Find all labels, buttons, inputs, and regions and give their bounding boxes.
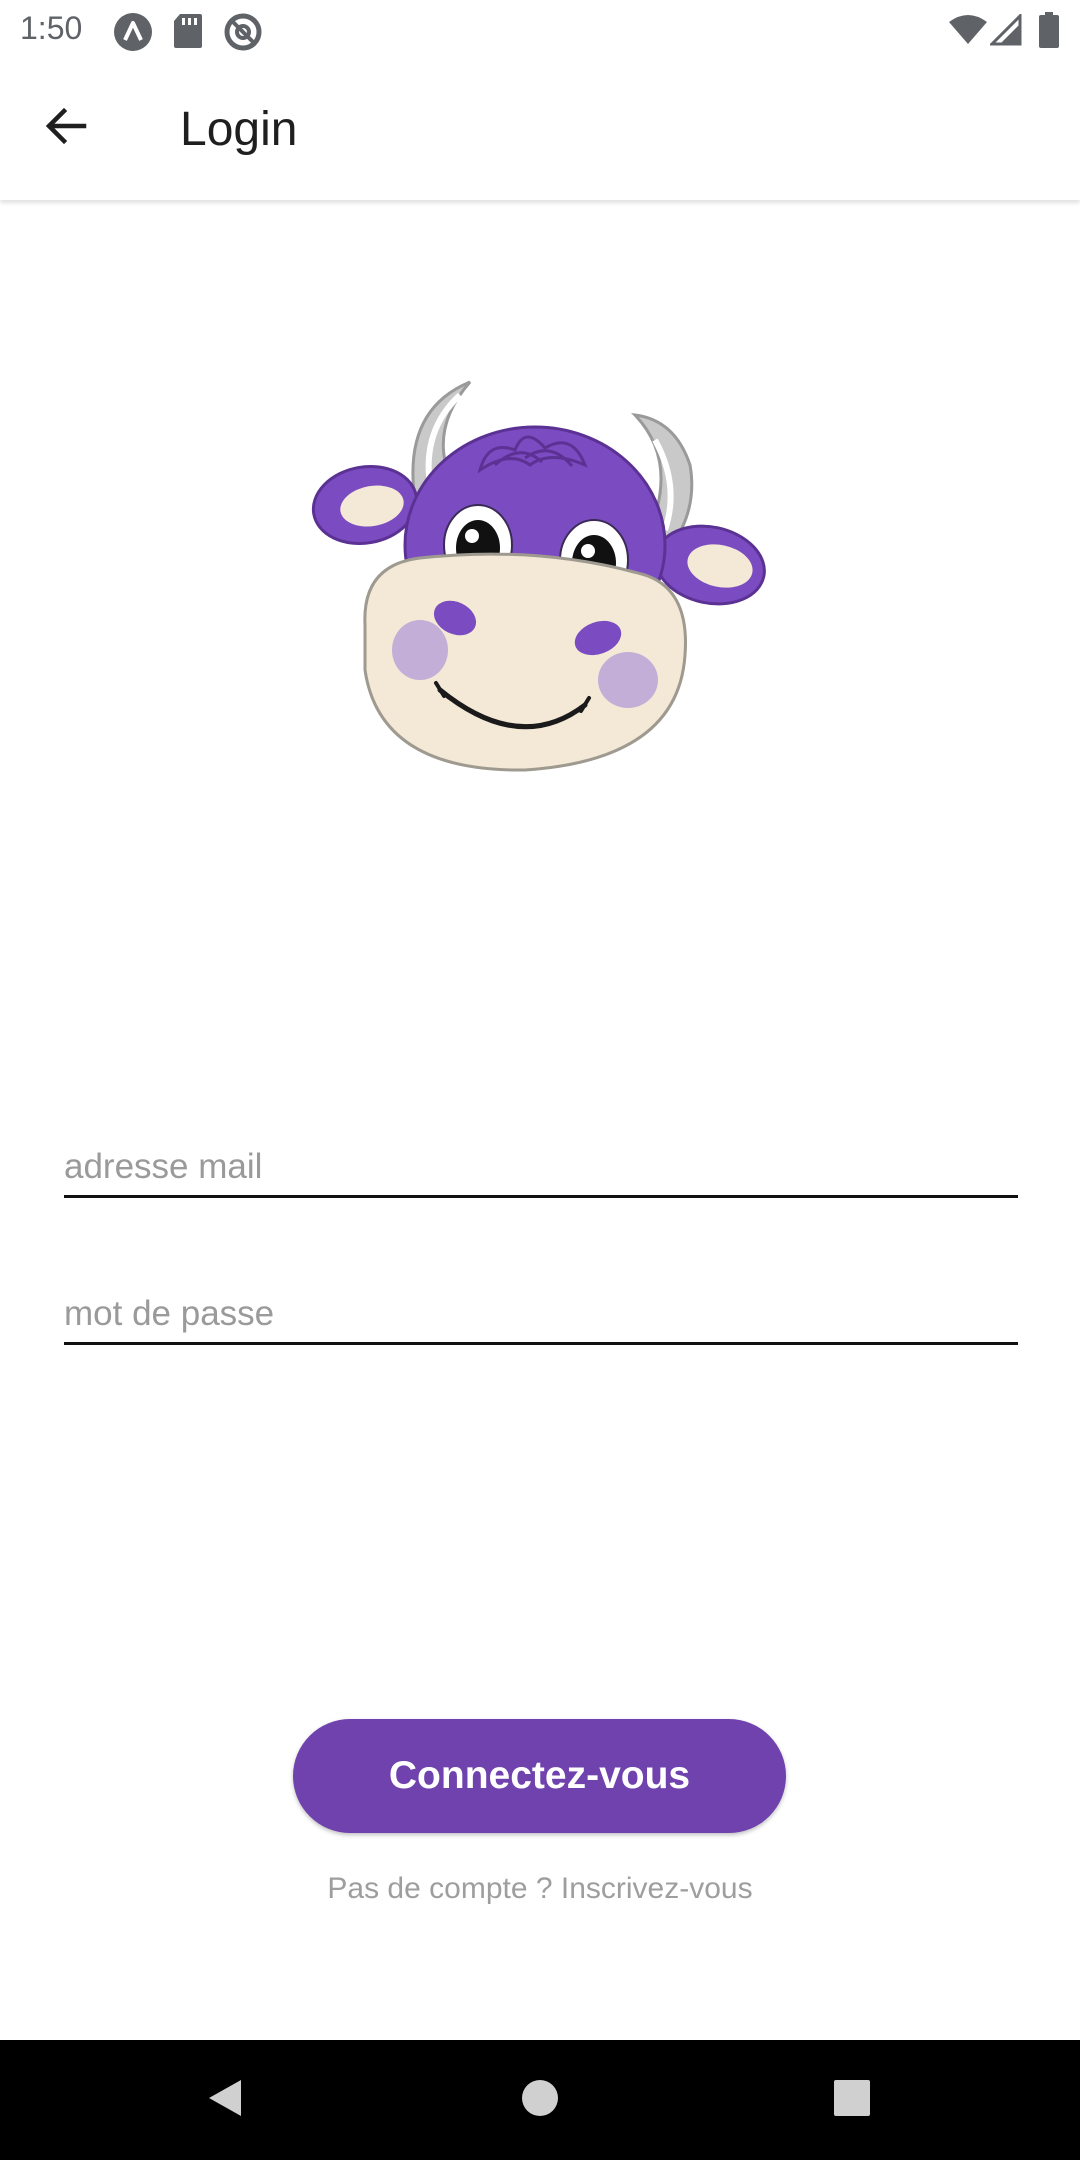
at-sign-icon [223, 12, 263, 57]
cow-logo [310, 370, 770, 790]
login-button[interactable]: Connectez-vous [293, 1719, 786, 1833]
sd-card-icon [172, 12, 204, 55]
password-input[interactable] [64, 1294, 1018, 1334]
app-bar: Login [0, 60, 1080, 200]
arrow-left-icon [42, 102, 90, 155]
page-title: Login [180, 103, 298, 156]
back-triangle-icon [203, 2076, 247, 2125]
status-bar: 1:50 [0, 0, 1080, 60]
back-button[interactable] [26, 88, 106, 168]
wifi-icon [948, 14, 988, 51]
signal-icon [988, 12, 1022, 51]
login-screen: 1:50 Login adresse mail Connectez-vous P… [0, 0, 1080, 2160]
system-nav-bar [0, 2040, 1080, 2160]
signup-link[interactable]: Pas de compte ? Inscrivez-vous [0, 1872, 1080, 1906]
email-input[interactable] [64, 1147, 1018, 1187]
status-time: 1:50 [20, 10, 83, 46]
recents-square-icon [833, 2079, 871, 2122]
nav-home-button[interactable] [480, 2040, 600, 2160]
battery-icon [1038, 12, 1060, 53]
password-field[interactable] [64, 1262, 1018, 1345]
nav-recents-button[interactable] [792, 2040, 912, 2160]
email-field[interactable] [64, 1115, 1018, 1198]
a-circle-icon [113, 12, 153, 57]
nav-back-button[interactable] [165, 2040, 285, 2160]
home-circle-icon [520, 2078, 560, 2123]
